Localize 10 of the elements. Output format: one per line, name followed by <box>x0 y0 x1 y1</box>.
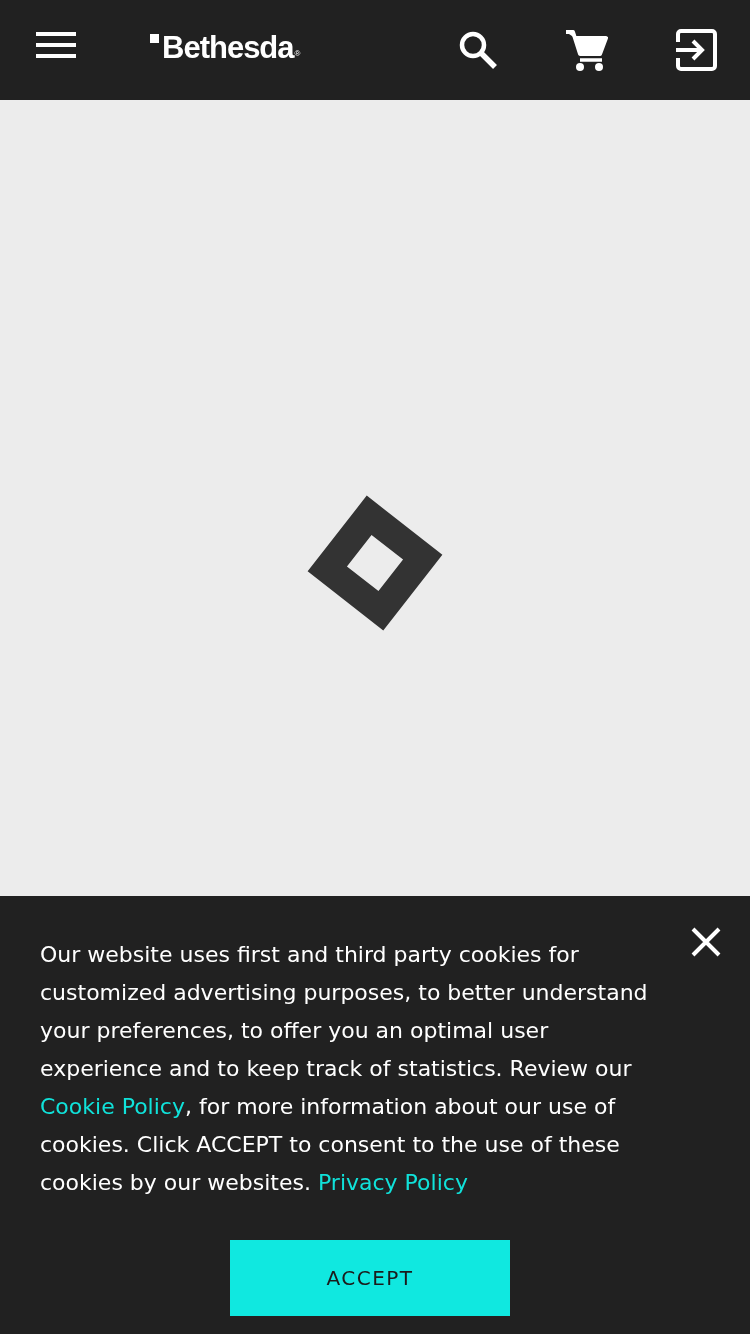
policy-link[interactable]: Cookie Policy <box>40 1094 185 1119</box>
menu-icon[interactable] <box>36 31 76 59</box>
search-icon[interactable] <box>458 30 498 70</box>
cookie-notice: Our website uses first and third party cookies for customized advertising purposes, to better understand your preferences, to offer you an optimal user experience and to keep track of statistics. Review our Cookie Policy, for more information about our use of cookies. Click ACCEPT to consent to the use of these cookies by our websites. Privacy Policy <box>40 941 649 1197</box>
cart-icon[interactable] <box>564 28 608 72</box>
loading-spinner-icon <box>305 493 445 633</box>
close-icon[interactable] <box>690 926 722 958</box>
accept-button[interactable]: ACCEPT <box>230 1240 510 1316</box>
policy-link[interactable]: Privacy Policy <box>317 1170 468 1195</box>
sign-in-icon[interactable] <box>674 28 718 72</box>
